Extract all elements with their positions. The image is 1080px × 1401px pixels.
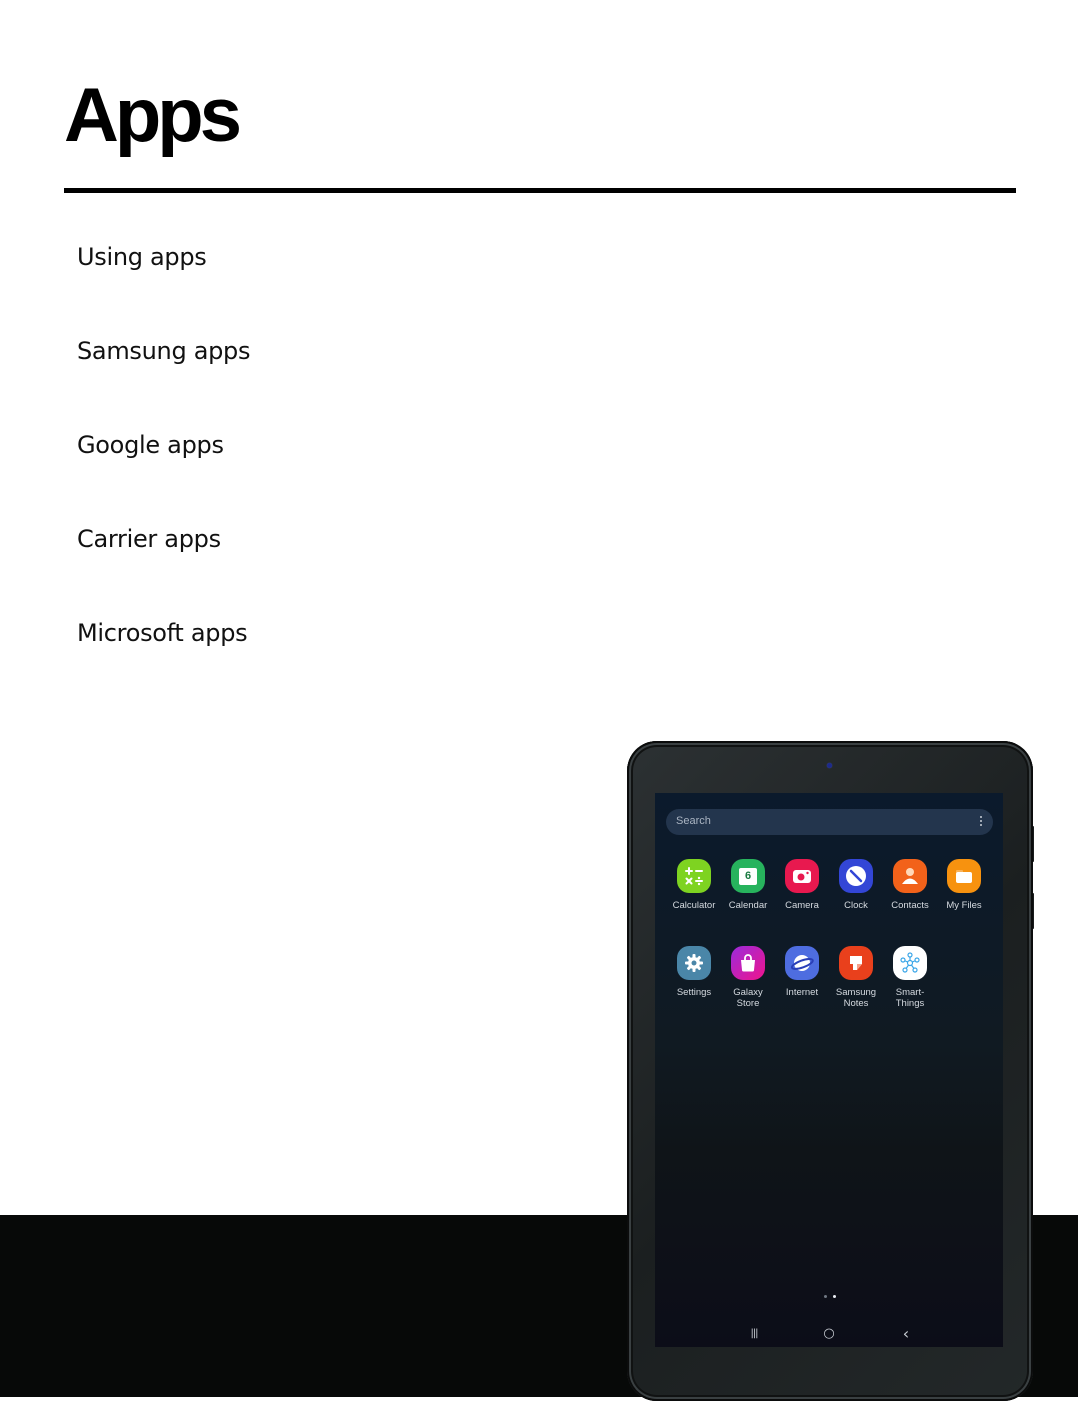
app-calendar[interactable]: 6 Calendar [721, 859, 775, 911]
app-label: Contacts [891, 900, 929, 911]
app-label: Settings [676, 987, 712, 998]
recents-button[interactable]: ||| [747, 1327, 761, 1341]
table-of-contents: Using apps Samsung apps Google apps Carr… [77, 241, 251, 711]
tablet-device: Search Calculator 6 Calendar Camera Cloc… [627, 741, 1033, 1401]
toc-link-carrier-apps[interactable]: Carrier apps [77, 523, 250, 617]
app-label: Internet [785, 987, 819, 998]
page-dot[interactable] [824, 1295, 827, 1298]
title-divider [64, 188, 1016, 193]
front-camera-icon [827, 763, 832, 768]
calculator-icon [677, 859, 711, 893]
app-samsung-notes[interactable]: Samsung Notes [829, 946, 883, 1009]
calendar-date-badge: 6 [739, 867, 757, 885]
app-camera[interactable]: Camera [775, 859, 829, 911]
app-galaxy-store[interactable]: Galaxy Store [721, 946, 775, 1009]
app-label: Samsung Notes [835, 987, 877, 1009]
app-calculator[interactable]: Calculator [667, 859, 721, 911]
page-dot-active[interactable] [833, 1295, 836, 1298]
app-label: Calculator [672, 900, 716, 911]
more-vertical-icon[interactable] [980, 816, 982, 828]
folder-icon [947, 859, 981, 893]
search-bar[interactable]: Search [666, 809, 993, 835]
app-label: Clock [844, 900, 868, 911]
page-title: Apps [64, 73, 242, 158]
toc-link-microsoft-apps[interactable]: Microsoft apps [77, 617, 250, 711]
notes-icon [839, 946, 873, 980]
gear-icon [677, 946, 711, 980]
app-contacts[interactable]: Contacts [883, 859, 937, 911]
toc-link-using-apps[interactable]: Using apps [77, 241, 250, 335]
toc-link-google-apps[interactable]: Google apps [77, 429, 250, 523]
page-indicator [821, 1283, 839, 1302]
app-internet[interactable]: Internet [775, 946, 829, 998]
toc-link-samsung-apps[interactable]: Samsung apps [77, 335, 251, 429]
calendar-icon: 6 [731, 859, 765, 893]
camera-icon [785, 859, 819, 893]
app-clock[interactable]: Clock [829, 859, 883, 911]
app-label: Galaxy Store [733, 987, 763, 1009]
app-settings[interactable]: Settings [667, 946, 721, 998]
app-smartthings[interactable]: Smart- Things [883, 946, 937, 1009]
back-button[interactable]: ‹ [899, 1326, 913, 1342]
contacts-icon [893, 859, 927, 893]
app-label: My Files [946, 900, 982, 911]
app-label: Camera [785, 900, 819, 911]
planet-icon [785, 946, 819, 980]
smartthings-icon [893, 946, 927, 980]
clock-icon [839, 859, 873, 893]
app-label: Calendar [728, 900, 768, 911]
home-button[interactable]: ○ [822, 1327, 836, 1341]
search-placeholder: Search [676, 815, 711, 827]
tablet-screen: Search Calculator 6 Calendar Camera Cloc… [655, 793, 1003, 1347]
navigation-bar: ||| ○ ‹ [655, 1321, 1003, 1347]
app-my-files[interactable]: My Files [937, 859, 991, 911]
shopping-bag-icon [731, 946, 765, 980]
app-label: Smart- Things [895, 987, 925, 1009]
